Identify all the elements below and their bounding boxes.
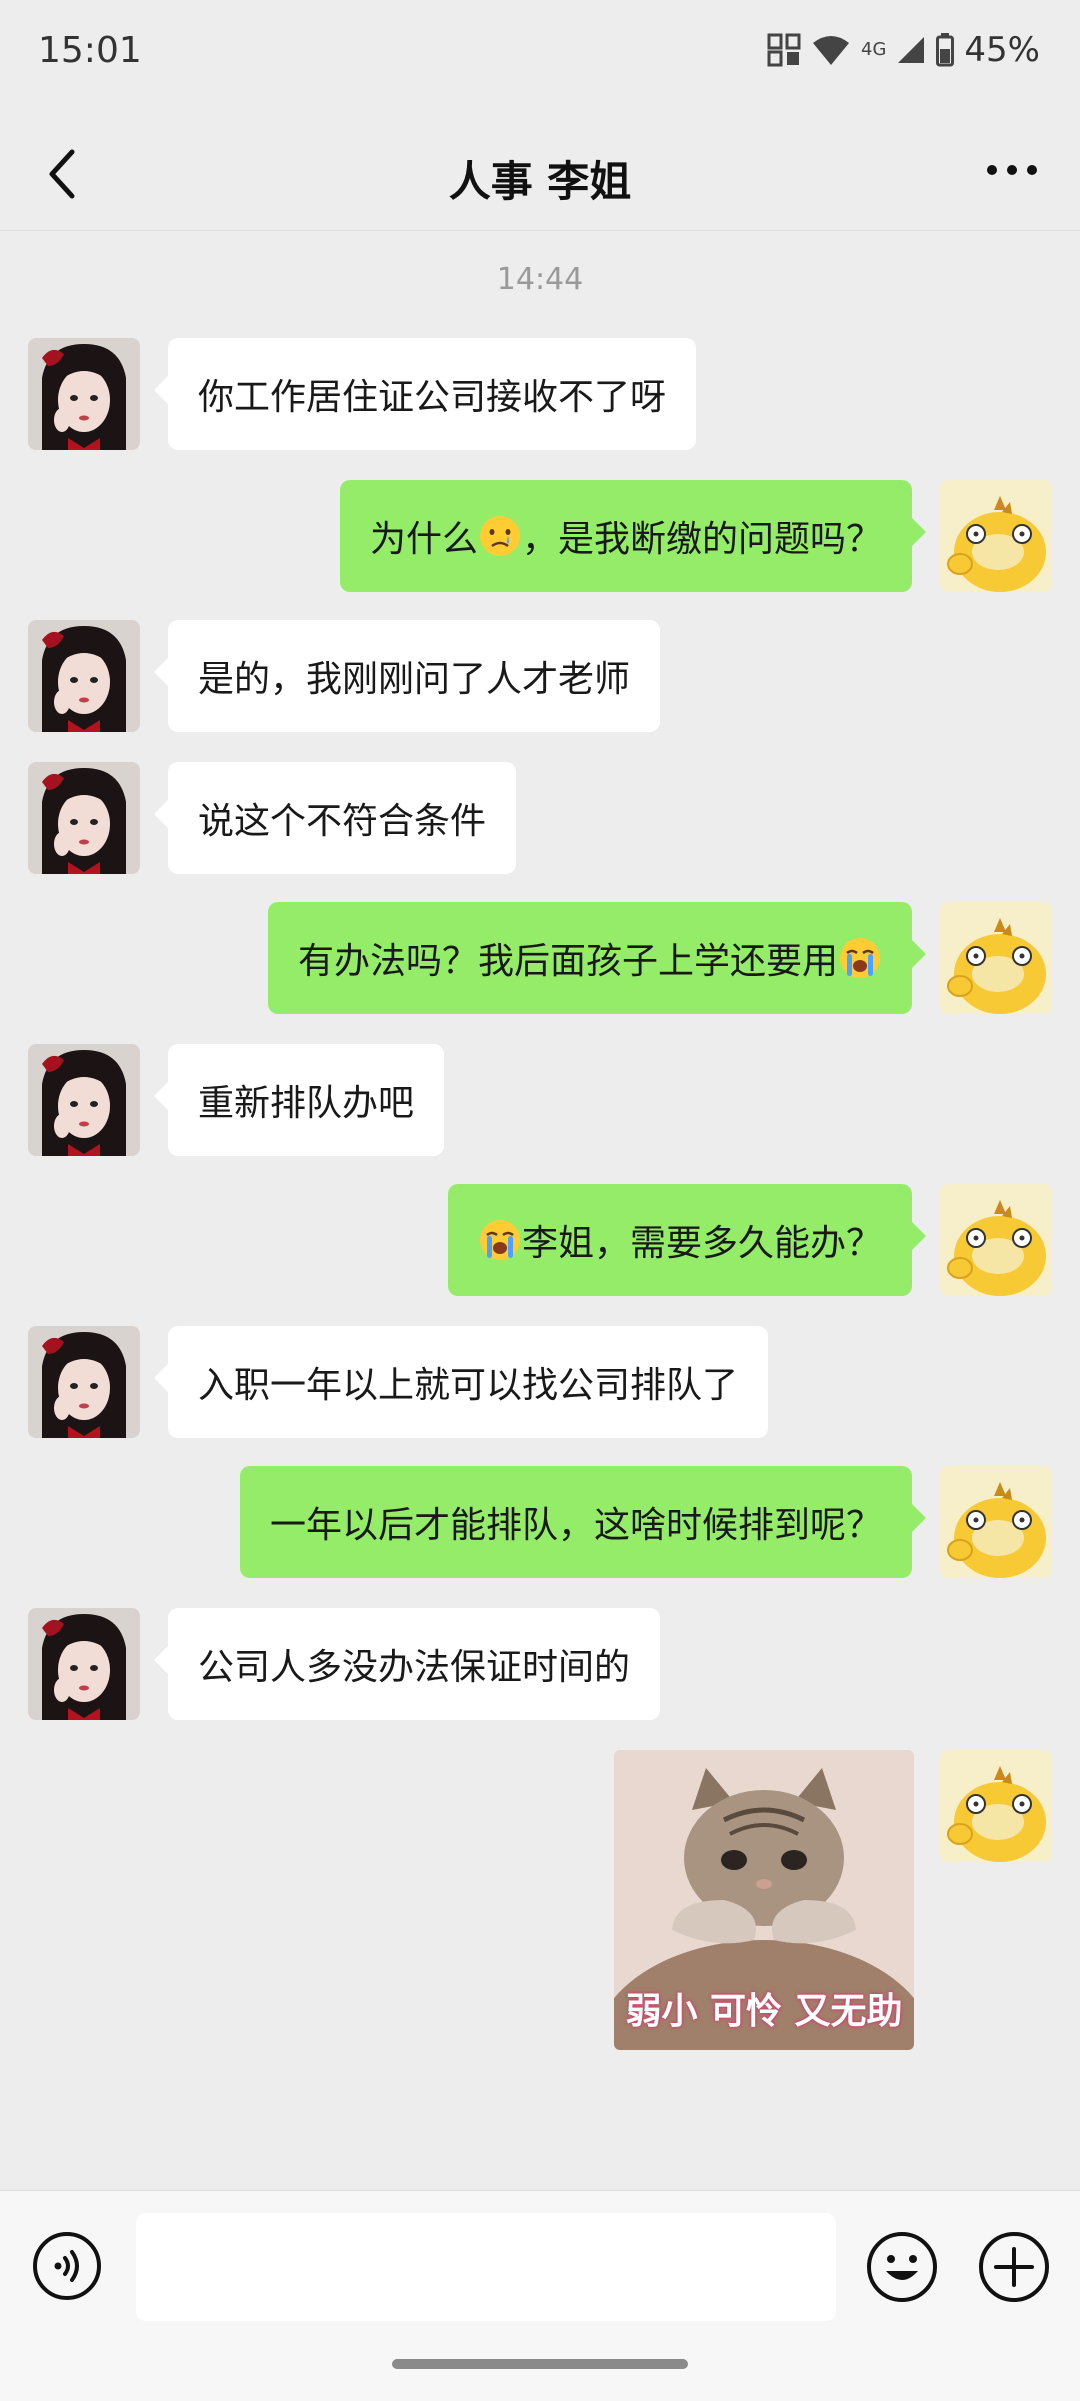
message-bubble[interactable]: 入职一年以上就可以找公司排队了 [153,1326,769,1438]
contact-avatar[interactable] [28,620,140,732]
status-time: 15:01 [38,30,142,71]
message-bubble[interactable]: 有办法吗？我后面孩子上学还要用 [267,902,927,1014]
message-bubble[interactable]: 说这个不符合条件 [153,762,517,874]
message-bubble[interactable]: 重新排队办吧 [153,1044,445,1156]
self-avatar[interactable] [940,480,1052,592]
message-bubble[interactable]: 李姐，需要多久能办？ [447,1184,927,1296]
message-text: ，是我断缴的问题吗？ [521,519,882,560]
more-icon[interactable] [982,150,1042,190]
input-bar [0,2190,1080,2401]
sticker-caption: 弱小 可怜 又无助 [625,1991,903,2032]
message-text: 是的，我刚刚问了人才老师 [198,659,631,700]
contact-avatar[interactable] [28,1044,140,1156]
self-avatar[interactable] [940,1184,1052,1296]
contact-avatar[interactable] [28,762,140,874]
self-avatar[interactable] [940,1750,1052,1862]
message-input[interactable] [136,2213,836,2321]
message-bubble[interactable]: 你工作居住证公司接收不了呀 [153,338,697,450]
contact-avatar[interactable] [28,338,140,450]
loudly-crying-face-icon [478,1218,522,1262]
battery-icon [936,33,955,67]
status-bar: 15:01 4G 45% [0,0,1080,110]
self-avatar[interactable] [940,1466,1052,1578]
message-bubble[interactable]: 是的，我刚刚问了人才老师 [153,620,661,732]
wifi-icon [813,36,850,65]
message-text: 为什么 [369,519,478,560]
message-text: 你工作居住证公司接收不了呀 [198,377,667,418]
contact-avatar[interactable] [28,1608,140,1720]
message-bubble[interactable]: 公司人多没办法保证时间的 [153,1608,661,1720]
home-indicator[interactable] [392,2359,688,2369]
message-text: 有办法吗？我后面孩子上学还要用 [297,941,838,982]
voice-input-icon[interactable] [32,2231,102,2301]
message-text: 说这个不符合条件 [198,801,487,842]
message-timestamp: 14:44 [496,262,584,297]
cat-sticker[interactable]: 弱小 可怜 又无助 [614,1750,914,2050]
network-type: 4G [861,39,887,60]
battery-percent: 45% [964,30,1040,70]
plus-icon[interactable] [978,2231,1050,2303]
message-bubble[interactable]: 一年以后才能排队，这啥时候排到呢？ [239,1466,927,1578]
message-text: 公司人多没办法保证时间的 [198,1647,631,1688]
nfc-icon [767,33,801,67]
signal-icon [898,37,925,63]
contact-avatar[interactable] [28,1326,140,1438]
self-avatar[interactable] [940,902,1052,1014]
chat-header: 人事 李姐 [0,110,1080,231]
crying-face-icon [478,514,522,558]
message-text: 一年以后才能排队，这啥时候排到呢？ [269,1505,882,1546]
message-text: 重新排队办吧 [198,1083,415,1124]
message-text: 李姐，需要多久能办？ [521,1223,882,1264]
loudly-crying-face-icon [838,936,882,980]
chat-title: 人事 李姐 [448,157,632,206]
message-bubble[interactable]: 为什么 ，是我断缴的问题吗？ [339,480,927,592]
status-icons: 4G 45% [767,30,1040,70]
message-text: 入职一年以上就可以找公司排队了 [198,1365,739,1406]
emoji-icon[interactable] [866,2231,938,2303]
